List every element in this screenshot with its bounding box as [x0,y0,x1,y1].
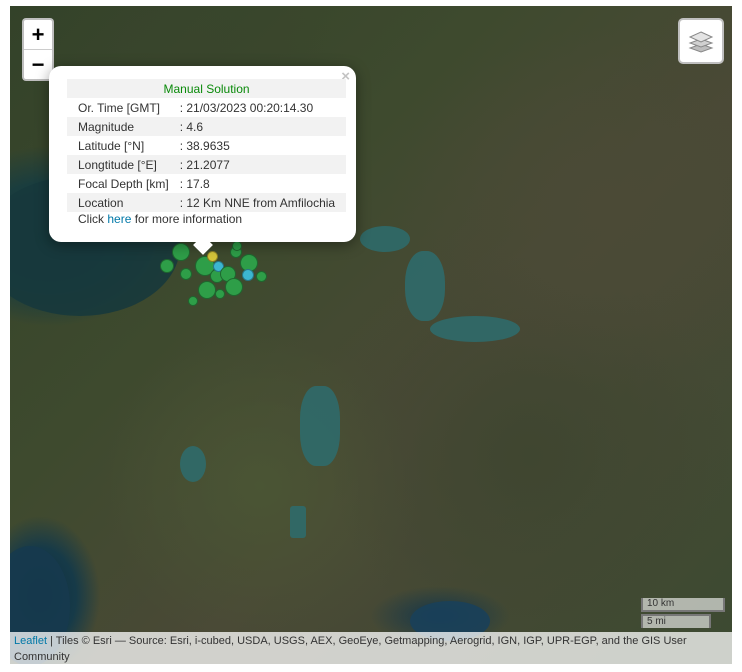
detail-value: : 12 Km NNE from Amfilochia [179,193,347,212]
more-info-line: Click here for more information [78,212,242,226]
detail-value: : 4.6 [179,117,347,136]
detail-label: Or. Time [GMT] [78,100,161,115]
lake [405,251,445,321]
earthquake-marker[interactable] [198,281,216,299]
layers-button[interactable] [678,18,724,64]
detail-label: Location [67,193,180,212]
scale-bar-imperial: 5 mi [641,614,711,628]
map-attribution: Leaflet | Tiles © Esri — Source: Esri, i… [10,632,732,666]
more-info-link[interactable]: here [107,212,131,226]
detail-value: : 38.9635 [179,138,230,153]
zoom-control: + − [22,18,54,81]
leaflet-link[interactable]: Leaflet [14,635,47,647]
detail-label: Magnitude [67,117,180,136]
earthquake-popup: × Manual Solution Or. Time [GMT]: 21/03/… [49,66,356,255]
detail-value: : 21/03/2023 00:20:14.30 [179,100,314,115]
zoom-in-button[interactable]: + [24,20,52,50]
lake [180,446,206,482]
detail-label: Latitude [°N] [78,138,145,153]
popup-heading: Manual Solution [67,79,347,98]
earthquake-marker[interactable] [160,259,174,273]
earthquake-marker[interactable] [232,241,242,251]
detail-label: Focal Depth [km] [78,176,169,191]
lake [360,226,410,252]
earthquake-marker[interactable] [242,269,254,281]
earthquake-details-table: Manual Solution Or. Time [GMT] : 21/03/20… [67,79,347,212]
detail-value: : 21.2077 [179,155,347,174]
earthquake-marker[interactable] [188,296,198,306]
lake [430,316,520,342]
earthquake-marker[interactable] [225,278,243,296]
earthquake-marker[interactable] [180,268,192,280]
earthquake-marker[interactable] [256,271,267,282]
more-info-suffix: for more information [131,212,243,226]
lake [290,506,306,538]
layers-icon [688,31,714,53]
detail-value: : 17.8 [179,176,210,191]
earthquake-marker[interactable] [172,243,190,261]
more-info-prefix: Click [78,212,108,226]
detail-label: Longtitude [°E] [67,155,180,174]
zoom-out-button[interactable]: − [24,50,52,79]
attribution-text: | Tiles © Esri — Source: Esri, i-cubed, … [14,635,687,663]
earthquake-marker[interactable] [215,289,225,299]
lake [300,386,340,466]
scale-bar-metric: 10 km [641,598,725,612]
